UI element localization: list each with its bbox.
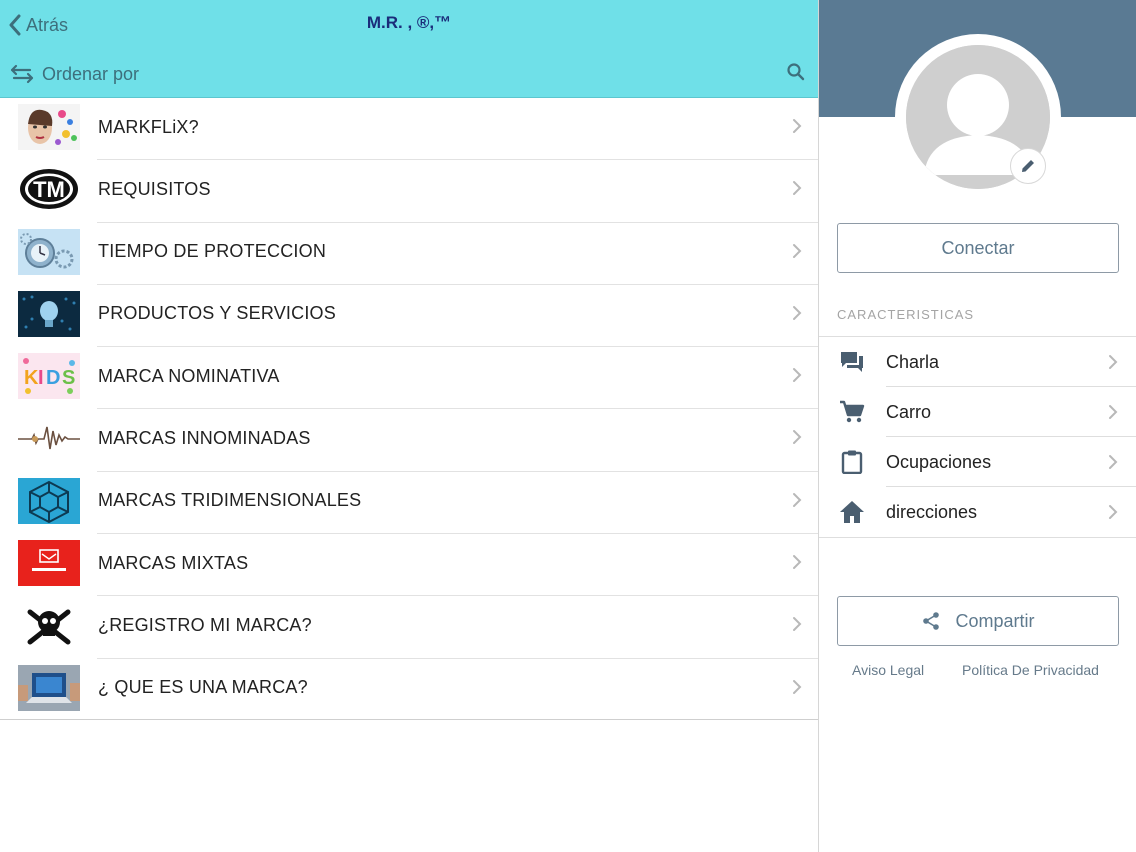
list-item[interactable]: ¿ QUE ES UNA MARCA? xyxy=(0,659,818,721)
cube-thumb xyxy=(18,477,80,524)
list-item-label: MARCA NOMINATIVA xyxy=(98,365,280,386)
list-item-label: ¿ QUE ES UNA MARCA? xyxy=(98,677,308,698)
swap-arrows-icon xyxy=(10,64,34,84)
waveform-thumb xyxy=(18,415,80,462)
woman-colorful-thumb xyxy=(18,104,80,150)
kids-text-thumb: K I D S xyxy=(18,353,80,400)
feature-item-occupations[interactable]: Ocupaciones xyxy=(819,437,1136,487)
feature-label: Charla xyxy=(886,351,940,372)
chevron-right-icon xyxy=(793,243,802,258)
clock-gears-thumb xyxy=(18,228,80,275)
list-pane: Atrás M.R. , ®,™ Ordenar por MARKFLiX? T… xyxy=(0,0,818,852)
list-item[interactable]: TIEMPO DE PROTECCION xyxy=(0,223,818,285)
clipboard-icon xyxy=(841,450,863,474)
list-item[interactable]: TM REQUISITOS xyxy=(0,160,818,223)
feature-item-addresses[interactable]: direcciones xyxy=(819,487,1136,537)
chevron-right-icon xyxy=(1109,405,1118,419)
svg-text:I: I xyxy=(38,367,44,389)
connect-label: Conectar xyxy=(941,237,1015,258)
profile-pane: Conectar CARACTERISTICAS Charla Carro Oc… xyxy=(818,0,1136,852)
list-item-label: MARCAS INNOMINADAS xyxy=(98,427,311,448)
list-item-label: REQUISITOS xyxy=(98,178,211,199)
chevron-right-icon xyxy=(793,430,802,445)
list-item-label: MARKFLiX? xyxy=(98,116,199,137)
laptop-thumb xyxy=(18,664,80,711)
chevron-right-icon xyxy=(1109,505,1118,519)
chevron-right-icon xyxy=(793,305,802,320)
chevron-right-icon xyxy=(793,555,802,570)
list-item[interactable]: MARCAS TRIDIMENSIONALES xyxy=(0,472,818,535)
privacy-policy-link[interactable]: Política De Privacidad xyxy=(962,662,1099,678)
share-icon xyxy=(923,612,940,630)
home-icon xyxy=(840,501,864,523)
edit-avatar-button[interactable] xyxy=(1010,148,1046,184)
svg-text:S: S xyxy=(62,367,75,389)
list-item-label: PRODUCTOS Y SERVICIOS xyxy=(98,303,336,324)
connect-button[interactable]: Conectar xyxy=(837,223,1119,273)
chevron-right-icon xyxy=(793,617,802,632)
topics-list: MARKFLiX? TM REQUISITOS TIEMPO DE PROTEC… xyxy=(0,98,818,721)
list-item[interactable]: MARCAS MIXTAS xyxy=(0,534,818,597)
skull-thumb xyxy=(18,602,80,649)
list-item[interactable]: PRODUCTOS Y SERVICIOS xyxy=(0,285,818,348)
svg-text:K: K xyxy=(24,367,39,389)
feature-label: Carro xyxy=(886,401,932,422)
red-logo-thumb xyxy=(18,540,80,587)
chevron-right-icon xyxy=(1109,355,1118,369)
feature-label: direcciones xyxy=(886,501,978,522)
sort-label: Ordenar por xyxy=(42,63,140,84)
tm-logo-thumb: TM xyxy=(18,166,80,213)
list-item-label: MARCAS TRIDIMENSIONALES xyxy=(98,490,362,511)
search-button[interactable] xyxy=(786,62,806,84)
list-item[interactable]: K I D S MARCA NOMINATIVA xyxy=(0,347,818,410)
lightbulb-thumb xyxy=(18,290,80,337)
navigation-bar: Atrás M.R. , ®,™ Ordenar por xyxy=(0,0,818,98)
feature-item-cart[interactable]: Carro xyxy=(819,387,1136,437)
share-button[interactable]: Compartir xyxy=(837,596,1119,646)
list-item-label: ¿REGISTRO MI MARCA? xyxy=(98,614,312,635)
chevron-right-icon xyxy=(793,181,802,196)
svg-text:TM: TM xyxy=(33,177,65,202)
sort-button[interactable]: Ordenar por xyxy=(10,60,139,88)
legal-notice-link[interactable]: Aviso Legal xyxy=(852,662,924,678)
features-heading: CARACTERISTICAS xyxy=(837,307,975,322)
chevron-right-icon xyxy=(793,368,802,383)
share-label: Compartir xyxy=(955,610,1035,631)
feature-label: Ocupaciones xyxy=(886,451,992,472)
list-item-label: MARCAS MIXTAS xyxy=(98,552,249,573)
list-item[interactable]: ¿REGISTRO MI MARCA? xyxy=(0,596,818,659)
page-title: M.R. , ®,™ xyxy=(366,13,452,32)
chevron-right-icon xyxy=(793,119,802,133)
chevron-right-icon xyxy=(1109,455,1118,469)
chat-icon xyxy=(841,352,863,372)
cart-icon xyxy=(840,400,865,423)
chevron-right-icon xyxy=(793,679,802,694)
pencil-icon xyxy=(1022,158,1036,172)
chevron-right-icon xyxy=(793,492,802,507)
list-item[interactable]: MARCAS INNOMINADAS xyxy=(0,409,818,472)
list-bottom-border xyxy=(0,719,818,720)
divider xyxy=(819,537,1136,538)
list-item[interactable]: MARKFLiX? xyxy=(0,98,818,161)
list-item-label: TIEMPO DE PROTECCION xyxy=(98,241,327,262)
search-icon xyxy=(787,63,805,81)
feature-item-chat[interactable]: Charla xyxy=(819,337,1136,387)
svg-text:D: D xyxy=(46,367,60,389)
